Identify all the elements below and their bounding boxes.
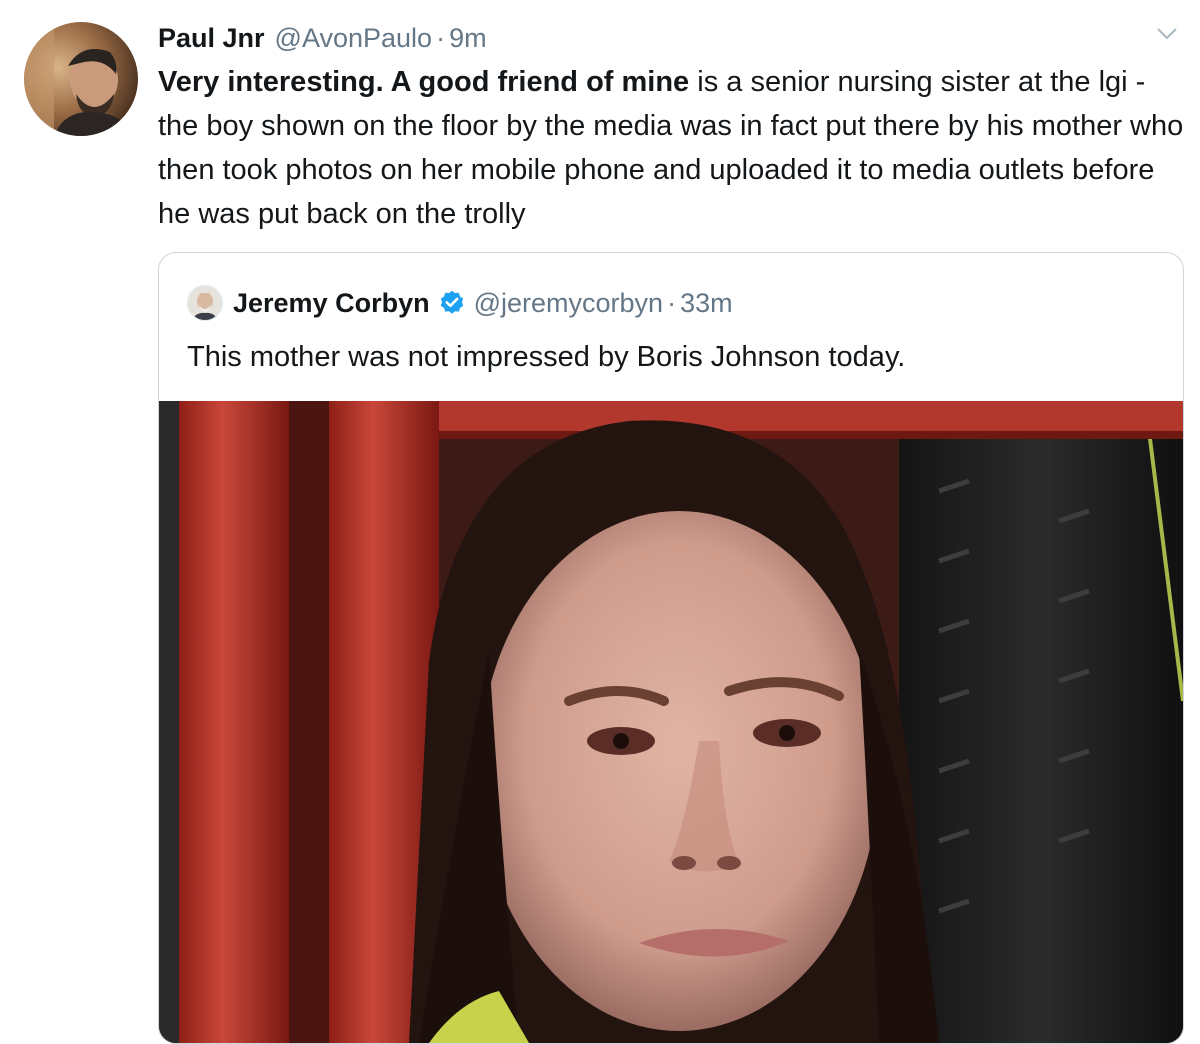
author-display-name[interactable]: Paul Jnr xyxy=(158,23,265,54)
quoted-separator-dot: · xyxy=(667,287,677,318)
quoted-tweet-header: Jeremy Corbyn @jeremycorbyn · 33m xyxy=(187,283,733,323)
quoted-tweet-card[interactable]: Jeremy Corbyn @jeremycorbyn · 33m This m… xyxy=(158,252,1184,1044)
video-still-image xyxy=(159,401,1183,1043)
avatar-photo xyxy=(24,22,138,136)
chevron-down-icon[interactable] xyxy=(1156,26,1178,42)
tweet: Paul Jnr @AvonPaulo · 9m Very interestin… xyxy=(0,0,1200,1044)
tweet-header: Paul Jnr @AvonPaulo · 9m xyxy=(158,18,487,58)
tweet-text: Very interesting. A good friend of mine … xyxy=(158,60,1188,236)
author-handle[interactable]: @AvonPaulo xyxy=(275,23,433,54)
tweet-text-bold: Very interesting. A good friend of mine xyxy=(158,66,690,98)
verified-badge-icon xyxy=(440,290,463,314)
author-avatar[interactable] xyxy=(24,22,138,136)
tweet-timestamp[interactable]: 9m xyxy=(449,23,487,54)
separator-dot: · xyxy=(436,22,446,53)
quoted-tweet-timestamp[interactable]: 33m xyxy=(680,288,733,319)
quoted-tweet-video[interactable] xyxy=(159,401,1183,1043)
quoted-author-avatar[interactable] xyxy=(187,285,223,321)
quoted-author-handle[interactable]: @jeremycorbyn xyxy=(474,288,663,319)
quoted-tweet-text: This mother was not impressed by Boris J… xyxy=(187,341,906,373)
quoted-author-display-name[interactable]: Jeremy Corbyn xyxy=(233,288,430,319)
